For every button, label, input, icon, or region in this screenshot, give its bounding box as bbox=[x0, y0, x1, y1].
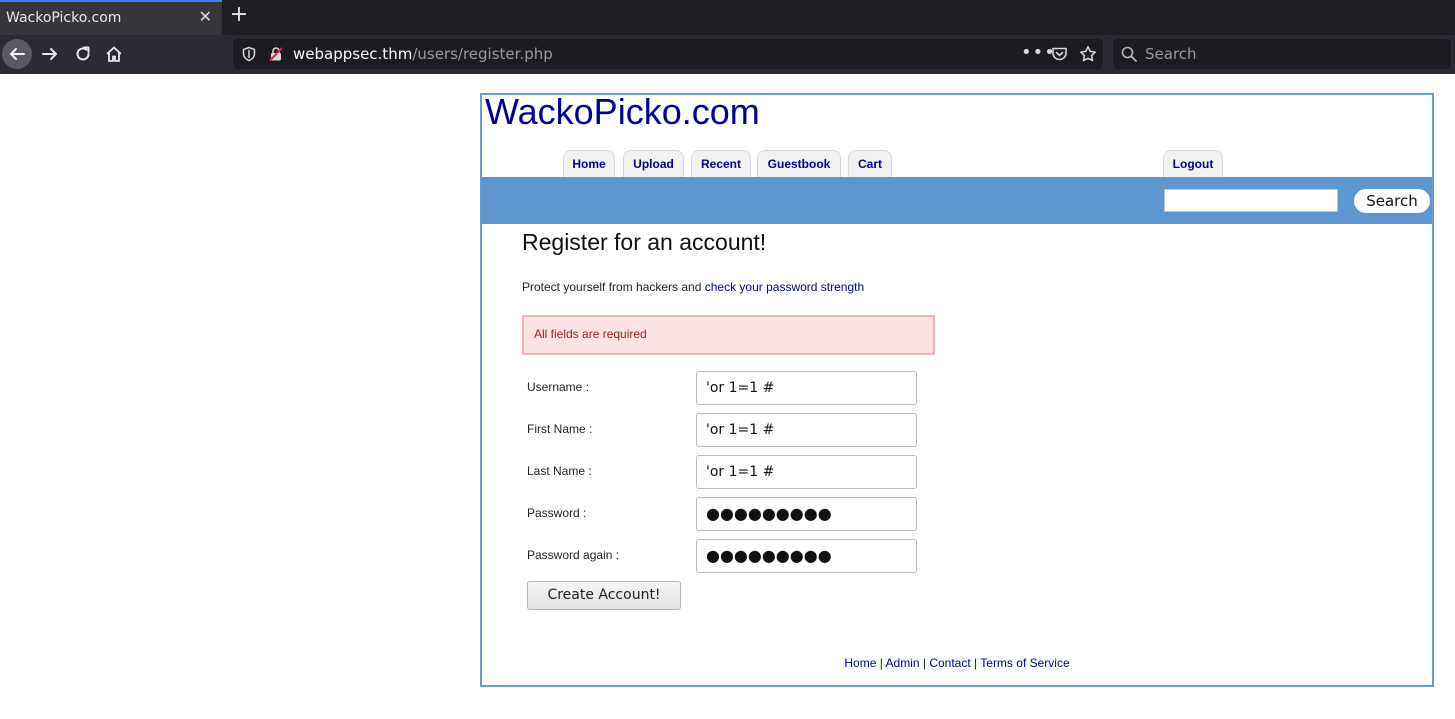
footer-separator: | bbox=[919, 656, 930, 670]
browser-tab[interactable]: WackoPicko.com ✕ bbox=[0, 0, 222, 35]
close-tab-icon[interactable]: ✕ bbox=[199, 7, 212, 26]
password-again-input[interactable]: ●●●●●●●●● bbox=[696, 539, 917, 573]
footer-separator: | bbox=[876, 656, 886, 670]
back-button[interactable] bbox=[2, 39, 32, 69]
nav-tab-guestbook[interactable]: Guestbook bbox=[757, 150, 841, 178]
protect-label: Protect yourself from hackers and bbox=[522, 280, 705, 294]
page-container: WackoPicko.com Home Upload Recent Guestb… bbox=[480, 91, 1434, 687]
footer-link-admin[interactable]: Admin bbox=[886, 656, 920, 670]
url-text: webappsec.thm/users/register.php bbox=[293, 45, 553, 63]
error-text: All fields are required bbox=[534, 327, 647, 341]
url-host: webappsec.thm bbox=[293, 45, 413, 63]
last-name-label: Last Name : bbox=[527, 464, 592, 478]
forward-arrow-icon bbox=[42, 48, 57, 60]
password-input[interactable]: ●●●●●●●●● bbox=[696, 497, 917, 531]
password-strength-link[interactable]: check your password strength bbox=[705, 280, 864, 294]
search-placeholder: Search bbox=[1145, 45, 1197, 63]
back-arrow-icon bbox=[10, 48, 25, 60]
footer-link-home[interactable]: Home bbox=[844, 656, 876, 670]
home-icon bbox=[106, 46, 122, 62]
search-icon bbox=[1121, 46, 1137, 62]
password-again-label: Password again : bbox=[527, 548, 620, 562]
new-tab-button[interactable]: + bbox=[228, 4, 250, 28]
site-title[interactable]: WackoPicko.com bbox=[485, 91, 760, 133]
home-button[interactable] bbox=[99, 39, 129, 69]
nav-tab-logout[interactable]: Logout bbox=[1163, 150, 1223, 178]
last-name-input[interactable]: 'or 1=1 # bbox=[696, 455, 917, 489]
first-name-input[interactable]: 'or 1=1 # bbox=[696, 413, 917, 447]
tab-title: WackoPicko.com bbox=[6, 10, 122, 26]
nav-tab-recent[interactable]: Recent bbox=[691, 150, 751, 178]
forward-button[interactable] bbox=[35, 39, 65, 69]
browser-nav-bar: webappsec.thm/users/register.php ••• Sea… bbox=[0, 35, 1455, 74]
star-icon[interactable] bbox=[1079, 45, 1097, 63]
footer-separator: | bbox=[970, 656, 981, 670]
site-search-button[interactable]: Search bbox=[1354, 189, 1430, 213]
username-input[interactable]: 'or 1=1 # bbox=[696, 371, 917, 405]
insecure-lock-icon[interactable] bbox=[268, 46, 284, 62]
username-label: Username : bbox=[527, 380, 590, 394]
reload-button[interactable] bbox=[68, 39, 98, 69]
search-band: Search bbox=[482, 177, 1432, 224]
reload-icon bbox=[76, 46, 90, 61]
nav-tab-cart[interactable]: Cart bbox=[848, 150, 892, 178]
site-search-input[interactable] bbox=[1164, 189, 1338, 212]
password-label: Password : bbox=[527, 506, 587, 520]
shield-icon[interactable] bbox=[241, 46, 257, 62]
footer-links: Home | Admin | Contact | Terms of Servic… bbox=[482, 656, 1432, 670]
browser-search-bar[interactable]: Search bbox=[1113, 39, 1451, 69]
nav-tab-home[interactable]: Home bbox=[563, 150, 615, 178]
address-bar[interactable]: webappsec.thm/users/register.php ••• bbox=[233, 39, 1103, 69]
first-name-label: First Name : bbox=[527, 422, 593, 436]
pocket-icon[interactable] bbox=[1051, 46, 1068, 62]
browser-tab-bar: WackoPicko.com ✕ + bbox=[0, 0, 1455, 35]
nav-tab-upload[interactable]: Upload bbox=[623, 150, 684, 178]
url-path: /users/register.php bbox=[412, 45, 553, 63]
create-account-button[interactable]: Create Account! bbox=[527, 581, 681, 610]
protect-text: Protect yourself from hackers and check … bbox=[522, 280, 864, 294]
footer-link-contact[interactable]: Contact bbox=[929, 656, 970, 670]
error-message: All fields are required bbox=[522, 315, 935, 355]
page-title: Register for an account! bbox=[522, 229, 767, 255]
footer-link-terms[interactable]: Terms of Service bbox=[980, 656, 1069, 670]
